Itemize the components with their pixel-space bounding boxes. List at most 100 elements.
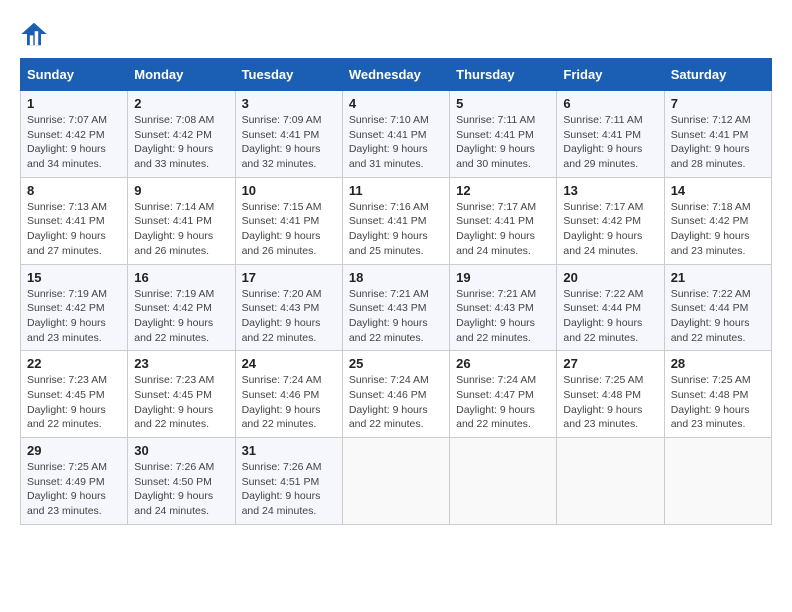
sunrise-label: Sunrise: 7:19 AM [134, 288, 214, 300]
daylight-label: Daylight: 9 hours and 33 minutes. [134, 143, 213, 170]
day-cell [450, 438, 557, 525]
day-info: Sunrise: 7:15 AM Sunset: 4:41 PM Dayligh… [242, 200, 336, 259]
day-cell [557, 438, 664, 525]
sunset-label: Sunset: 4:41 PM [456, 215, 534, 227]
day-info: Sunrise: 7:26 AM Sunset: 4:50 PM Dayligh… [134, 460, 228, 519]
day-cell: 30 Sunrise: 7:26 AM Sunset: 4:50 PM Dayl… [128, 438, 235, 525]
sunrise-label: Sunrise: 7:26 AM [242, 461, 322, 473]
sunrise-label: Sunrise: 7:21 AM [349, 288, 429, 300]
day-number: 26 [456, 356, 550, 371]
day-cell: 19 Sunrise: 7:21 AM Sunset: 4:43 PM Dayl… [450, 264, 557, 351]
sunset-label: Sunset: 4:42 PM [134, 129, 212, 141]
sunrise-label: Sunrise: 7:16 AM [349, 201, 429, 213]
day-cell: 4 Sunrise: 7:10 AM Sunset: 4:41 PM Dayli… [342, 91, 449, 178]
sunset-label: Sunset: 4:41 PM [242, 129, 320, 141]
sunset-label: Sunset: 4:48 PM [671, 389, 749, 401]
day-number: 2 [134, 96, 228, 111]
day-number: 19 [456, 270, 550, 285]
sunrise-label: Sunrise: 7:19 AM [27, 288, 107, 300]
sunset-label: Sunset: 4:45 PM [134, 389, 212, 401]
week-row-1: 1 Sunrise: 7:07 AM Sunset: 4:42 PM Dayli… [21, 91, 772, 178]
sunset-label: Sunset: 4:50 PM [134, 476, 212, 488]
day-cell: 21 Sunrise: 7:22 AM Sunset: 4:44 PM Dayl… [664, 264, 771, 351]
day-number: 4 [349, 96, 443, 111]
day-info: Sunrise: 7:25 AM Sunset: 4:48 PM Dayligh… [671, 373, 765, 432]
day-number: 9 [134, 183, 228, 198]
sunset-label: Sunset: 4:42 PM [134, 302, 212, 314]
sunset-label: Sunset: 4:46 PM [349, 389, 427, 401]
day-number: 1 [27, 96, 121, 111]
daylight-label: Daylight: 9 hours and 22 minutes. [349, 317, 428, 344]
day-cell: 27 Sunrise: 7:25 AM Sunset: 4:48 PM Dayl… [557, 351, 664, 438]
day-number: 30 [134, 443, 228, 458]
daylight-label: Daylight: 9 hours and 22 minutes. [563, 317, 642, 344]
sunrise-label: Sunrise: 7:17 AM [456, 201, 536, 213]
daylight-label: Daylight: 9 hours and 22 minutes. [456, 317, 535, 344]
day-number: 25 [349, 356, 443, 371]
day-cell: 9 Sunrise: 7:14 AM Sunset: 4:41 PM Dayli… [128, 177, 235, 264]
sunrise-label: Sunrise: 7:12 AM [671, 114, 751, 126]
sunrise-label: Sunrise: 7:26 AM [134, 461, 214, 473]
day-cell: 1 Sunrise: 7:07 AM Sunset: 4:42 PM Dayli… [21, 91, 128, 178]
sunset-label: Sunset: 4:41 PM [671, 129, 749, 141]
day-info: Sunrise: 7:12 AM Sunset: 4:41 PM Dayligh… [671, 113, 765, 172]
day-cell: 13 Sunrise: 7:17 AM Sunset: 4:42 PM Dayl… [557, 177, 664, 264]
sunrise-label: Sunrise: 7:21 AM [456, 288, 536, 300]
sunset-label: Sunset: 4:51 PM [242, 476, 320, 488]
day-number: 27 [563, 356, 657, 371]
day-cell: 15 Sunrise: 7:19 AM Sunset: 4:42 PM Dayl… [21, 264, 128, 351]
day-number: 17 [242, 270, 336, 285]
sunset-label: Sunset: 4:43 PM [242, 302, 320, 314]
sunrise-label: Sunrise: 7:23 AM [134, 374, 214, 386]
day-info: Sunrise: 7:11 AM Sunset: 4:41 PM Dayligh… [563, 113, 657, 172]
week-row-5: 29 Sunrise: 7:25 AM Sunset: 4:49 PM Dayl… [21, 438, 772, 525]
daylight-label: Daylight: 9 hours and 32 minutes. [242, 143, 321, 170]
day-number: 21 [671, 270, 765, 285]
day-number: 10 [242, 183, 336, 198]
day-cell [342, 438, 449, 525]
daylight-label: Daylight: 9 hours and 22 minutes. [242, 404, 321, 431]
day-info: Sunrise: 7:11 AM Sunset: 4:41 PM Dayligh… [456, 113, 550, 172]
week-row-3: 15 Sunrise: 7:19 AM Sunset: 4:42 PM Dayl… [21, 264, 772, 351]
day-number: 22 [27, 356, 121, 371]
day-info: Sunrise: 7:19 AM Sunset: 4:42 PM Dayligh… [27, 287, 121, 346]
header-cell-wednesday: Wednesday [342, 59, 449, 91]
day-cell: 11 Sunrise: 7:16 AM Sunset: 4:41 PM Dayl… [342, 177, 449, 264]
day-cell: 14 Sunrise: 7:18 AM Sunset: 4:42 PM Dayl… [664, 177, 771, 264]
day-info: Sunrise: 7:22 AM Sunset: 4:44 PM Dayligh… [671, 287, 765, 346]
week-row-2: 8 Sunrise: 7:13 AM Sunset: 4:41 PM Dayli… [21, 177, 772, 264]
sunrise-label: Sunrise: 7:25 AM [671, 374, 751, 386]
day-info: Sunrise: 7:23 AM Sunset: 4:45 PM Dayligh… [27, 373, 121, 432]
day-cell: 25 Sunrise: 7:24 AM Sunset: 4:46 PM Dayl… [342, 351, 449, 438]
day-number: 3 [242, 96, 336, 111]
day-number: 13 [563, 183, 657, 198]
day-info: Sunrise: 7:22 AM Sunset: 4:44 PM Dayligh… [563, 287, 657, 346]
day-cell: 3 Sunrise: 7:09 AM Sunset: 4:41 PM Dayli… [235, 91, 342, 178]
day-info: Sunrise: 7:24 AM Sunset: 4:47 PM Dayligh… [456, 373, 550, 432]
day-number: 23 [134, 356, 228, 371]
day-cell: 2 Sunrise: 7:08 AM Sunset: 4:42 PM Dayli… [128, 91, 235, 178]
day-cell: 10 Sunrise: 7:15 AM Sunset: 4:41 PM Dayl… [235, 177, 342, 264]
header-row: SundayMondayTuesdayWednesdayThursdayFrid… [21, 59, 772, 91]
daylight-label: Daylight: 9 hours and 22 minutes. [456, 404, 535, 431]
sunrise-label: Sunrise: 7:07 AM [27, 114, 107, 126]
week-row-4: 22 Sunrise: 7:23 AM Sunset: 4:45 PM Dayl… [21, 351, 772, 438]
day-number: 14 [671, 183, 765, 198]
daylight-label: Daylight: 9 hours and 24 minutes. [242, 490, 321, 517]
logo-icon [20, 20, 48, 48]
day-info: Sunrise: 7:07 AM Sunset: 4:42 PM Dayligh… [27, 113, 121, 172]
day-cell: 8 Sunrise: 7:13 AM Sunset: 4:41 PM Dayli… [21, 177, 128, 264]
calendar-table: SundayMondayTuesdayWednesdayThursdayFrid… [20, 58, 772, 525]
sunset-label: Sunset: 4:41 PM [27, 215, 105, 227]
logo [20, 20, 52, 48]
day-info: Sunrise: 7:18 AM Sunset: 4:42 PM Dayligh… [671, 200, 765, 259]
day-info: Sunrise: 7:26 AM Sunset: 4:51 PM Dayligh… [242, 460, 336, 519]
daylight-label: Daylight: 9 hours and 25 minutes. [349, 230, 428, 257]
day-info: Sunrise: 7:17 AM Sunset: 4:41 PM Dayligh… [456, 200, 550, 259]
day-cell: 29 Sunrise: 7:25 AM Sunset: 4:49 PM Dayl… [21, 438, 128, 525]
sunrise-label: Sunrise: 7:24 AM [349, 374, 429, 386]
day-number: 15 [27, 270, 121, 285]
daylight-label: Daylight: 9 hours and 23 minutes. [27, 490, 106, 517]
daylight-label: Daylight: 9 hours and 28 minutes. [671, 143, 750, 170]
day-number: 12 [456, 183, 550, 198]
